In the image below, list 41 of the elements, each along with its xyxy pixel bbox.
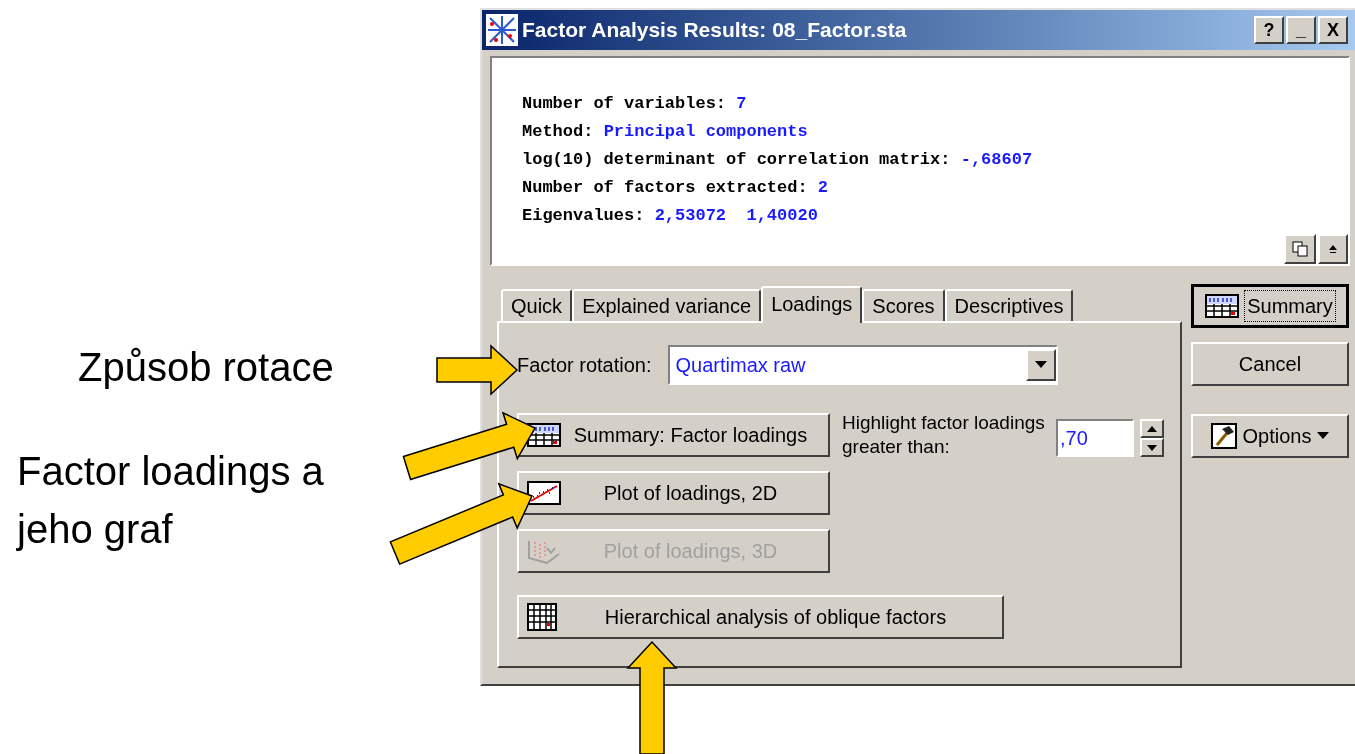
tab[interactable]: Loadings [761,286,863,323]
table-icon [527,603,557,631]
result-line: Number of variables: 7 [522,93,748,115]
title-bar-button[interactable]: X [1318,16,1348,44]
caret-icon [1317,432,1330,440]
action-button[interactable]: Plot of loadings, 2D [517,471,830,515]
side-button[interactable]: Options [1191,414,1349,458]
tab[interactable]: Descriptives [944,289,1074,321]
3d-plot-icon [527,538,561,564]
title-bar-button[interactable]: ? [1254,16,1284,44]
rotation-dropdown[interactable]: Quartimax raw [667,345,1058,385]
result-line: Number of factors extracted: 2 [522,177,830,199]
tab[interactable]: Quick [501,289,573,321]
title-bar-button[interactable]: _ [1286,16,1316,44]
app-logo-icon [486,14,518,46]
side-button[interactable]: Summary [1191,284,1349,328]
expand-button[interactable] [1318,234,1348,264]
annotation-label: Factor loadings a jeho graf [17,448,325,553]
result-line: Eigenvalues: 2,53072 1,40020 [522,205,819,227]
table-icon [527,423,561,447]
hammer-icon [1210,423,1237,449]
up-arrow-icon [1328,244,1338,254]
action-button[interactable]: Summary: Factor loadings [517,413,830,457]
up-arrow-icon [1147,425,1157,432]
table-icon [1205,294,1240,318]
result-line: Method: Principal components [522,121,809,143]
down-arrow-icon [1147,444,1157,451]
field-label: Highlight factor loadings greater than: [842,411,1046,459]
copy-button[interactable] [1284,234,1316,264]
side-button[interactable]: Cancel [1191,342,1349,386]
tab[interactable]: Explained variance [572,289,762,321]
action-button[interactable]: Hierarchical analysis of oblique factors [517,595,1004,639]
copy-icon [1292,241,1308,257]
spinner-control[interactable] [1140,419,1164,457]
tab[interactable]: Scores [862,289,945,321]
threshold-field[interactable]: ,70 [1056,419,1134,457]
field-label: Factor rotation: [517,353,652,378]
result-line: log(10) determinant of correlation matrix: -,68607 [522,149,1034,171]
annotation-label: Způsob rotace [78,344,334,391]
scatter-plot-icon [527,481,561,505]
window-title: Factor Analysis Results: 08_Factor.sta [522,17,907,44]
